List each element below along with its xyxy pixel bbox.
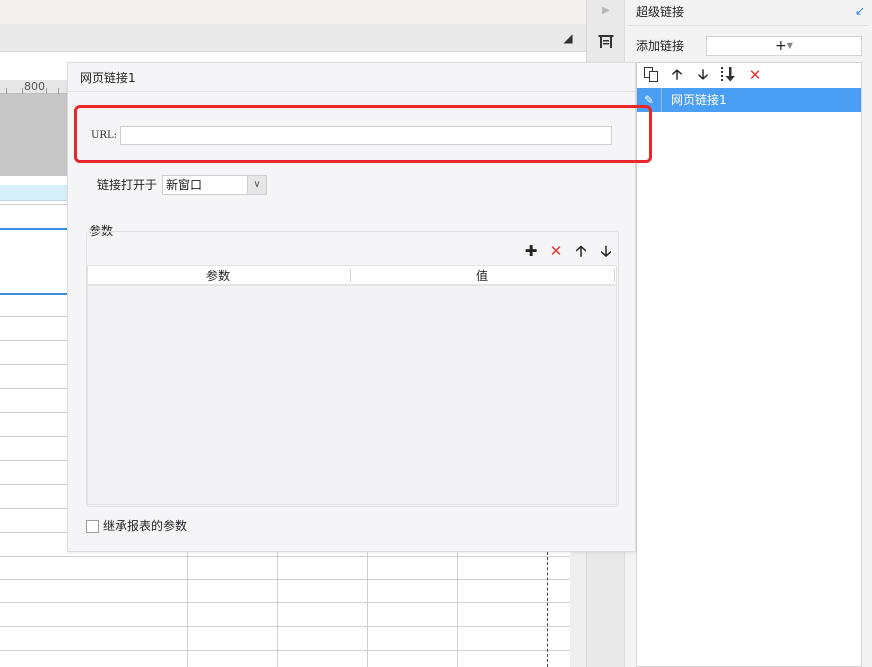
grid-line [0,650,570,651]
params-toolbar: ✚ ✕ 🡡 🡣 [522,242,615,260]
divider [628,25,868,26]
filter-icon[interactable]: ◢ [560,30,576,46]
divider [661,88,662,112]
column-header-value[interactable]: 值 [476,268,488,284]
report-header-area [0,94,70,176]
arrow-down-icon[interactable]: 🡣 [597,242,615,260]
page-break-line [547,552,548,667]
arrow-up-icon[interactable]: 🡡 [572,242,590,260]
grid-line [0,556,570,557]
delete-icon[interactable]: ✕ [746,66,764,84]
grid-line [277,552,278,667]
grid-line [0,316,70,317]
arrow-up-icon[interactable]: 🡡 [668,66,686,84]
list-item-label[interactable]: 网页链接1 [671,92,727,108]
sort-icon[interactable] [720,66,738,84]
horizontal-ruler: 800 [0,80,70,94]
grid-line [367,552,368,667]
grid-line [0,460,70,461]
open-in-value[interactable]: 新窗口 [166,177,202,193]
selection-border [0,293,70,295]
ruler-label: 800 [24,80,45,93]
params-table [87,265,617,505]
arrow-down-icon[interactable]: 🡣 [694,66,712,84]
params-table-header [88,266,616,286]
grid-line [0,204,70,205]
column-divider[interactable] [614,269,615,282]
column-header-param[interactable]: 参数 [206,268,230,284]
grid-line [0,388,70,389]
grid-line [0,602,570,603]
dialog-title: 网页链接1 [80,71,136,85]
grid-line [187,552,188,667]
add-link-button-label: + [775,38,787,54]
selected-row-band [0,185,70,201]
delete-icon[interactable]: ✕ [547,242,565,260]
divider [68,91,635,92]
column-divider[interactable] [350,269,351,282]
add-link-label: 添加链接 [636,39,685,53]
vertical-scrollbar[interactable] [570,552,586,667]
grid-line [0,532,70,533]
grid-line [0,340,70,341]
inherit-params-label[interactable]: 继承报表的参数 [103,518,187,534]
secondary-toolbar [0,24,586,52]
grid-line [0,484,70,485]
layout-icon[interactable] [597,33,615,51]
add-link-button[interactable]: +▼ [706,36,862,56]
panel-title: 超级链接 [636,5,685,19]
chevron-down-icon[interactable]: ∨ [247,176,266,194]
grid-line [0,412,70,413]
link-list-toolbar: 🡡 🡣 ✕ [642,66,764,84]
expand-arrow-icon[interactable]: ▶ [601,5,611,17]
link-list [636,62,862,667]
grid-line [457,552,458,667]
grid-line [0,626,570,627]
selection-border [0,228,70,230]
pin-icon[interactable]: ↙ [853,4,867,18]
highlight-annotation [74,105,652,163]
chevron-down-icon: ▼ [786,41,793,50]
grid-line [0,364,70,365]
inherit-params-checkbox[interactable] [86,520,99,533]
copy-icon[interactable] [642,66,660,84]
add-icon[interactable]: ✚ [522,242,540,260]
open-in-label: 链接打开于 [97,178,158,192]
grid-line [0,436,70,437]
grid-line [0,579,570,580]
top-toolbar [0,0,586,24]
grid-line [0,508,70,509]
